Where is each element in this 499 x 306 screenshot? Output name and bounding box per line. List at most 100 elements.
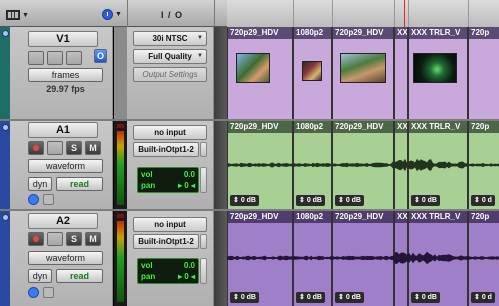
io-column-header: I / O xyxy=(160,10,183,20)
record-enable-button[interactable] xyxy=(28,232,44,246)
output-stereo-icon[interactable] xyxy=(200,234,207,249)
input-monitor-button[interactable] xyxy=(47,141,63,155)
clip-title: XXX TRLR_V xyxy=(409,27,467,39)
pan-row[interactable]: pan ▸ 0 ◂ xyxy=(141,180,195,191)
audio-track-lane[interactable]: 720p29_HDV ⇕ 0 dB 1080p2 ⇕ 0 dB 720p29_H… xyxy=(227,211,499,306)
timeline-ruler[interactable] xyxy=(227,0,499,27)
output-label: Built-inOtpt1-2 xyxy=(138,237,194,246)
video-clip[interactable]: 1080p2 xyxy=(293,27,332,119)
column-divider xyxy=(214,0,215,27)
audio-io-panel: no input Built-inOtpt1-2 vol 0.0 pan ▸ 0… xyxy=(127,211,214,306)
track-view-selector[interactable]: waveform xyxy=(28,251,103,265)
video-clip[interactable]: 720p29_HDV xyxy=(332,27,394,119)
clip-title: 720p29_HDV xyxy=(228,27,292,39)
tracks-view-selector[interactable]: ▼ xyxy=(6,9,36,21)
input-label: no input xyxy=(154,128,186,137)
video-quality-label: Full Quality xyxy=(148,52,192,61)
track-view-selector[interactable]: frames xyxy=(28,68,103,82)
input-monitor-button[interactable] xyxy=(47,232,63,246)
audio-meter xyxy=(113,211,127,306)
volume-pan-display[interactable]: vol 0.0 pan ▸ 0 ◂ xyxy=(137,167,199,193)
clip-title: 720p xyxy=(469,27,499,39)
audio-io-panel: no input Built-inOtpt1-2 vol 0.0 pan ▸ 0… xyxy=(127,121,214,209)
track-view-selector[interactable]: waveform xyxy=(28,159,103,173)
automation-mode-label: read xyxy=(69,179,89,189)
automation-mode-selector[interactable]: read xyxy=(56,269,103,283)
lane-gutter xyxy=(214,211,227,306)
video-clip[interactable]: 720p xyxy=(468,27,499,119)
output-stereo-icon[interactable] xyxy=(200,142,207,157)
solo-button[interactable]: S xyxy=(66,141,82,155)
solo-button[interactable]: S xyxy=(66,232,82,246)
output-selector[interactable]: Built-inOtpt1-2 xyxy=(133,234,199,249)
dyn-button[interactable]: dyn xyxy=(28,269,52,283)
pan-row[interactable]: pan ▸ 0 ◂ xyxy=(141,271,195,282)
video-thumbnail xyxy=(236,53,270,83)
dropdown-arrow-icon: ▼ xyxy=(22,11,29,19)
track-name[interactable]: A1 xyxy=(28,122,98,138)
input-selector[interactable]: no input xyxy=(133,217,207,232)
video-quality-selector[interactable]: Full Quality ▼ xyxy=(133,49,207,64)
record-enable-button[interactable] xyxy=(28,141,44,155)
ruler-marker xyxy=(293,0,294,27)
clip-title: 720p29_HDV xyxy=(333,27,393,39)
dropdown-arrow-icon: ▼ xyxy=(197,35,203,41)
track-select-icon[interactable] xyxy=(2,30,9,37)
audio-track-lane[interactable]: 720p29_HDV ⇕ 0 dB 1080p2 ⇕ 0 dB 720p29_H… xyxy=(227,121,499,209)
mute-button[interactable]: M xyxy=(85,141,101,155)
volume-row[interactable]: vol 0.0 xyxy=(141,169,195,180)
ruler-marker xyxy=(394,0,395,27)
video-meter-area xyxy=(113,27,127,119)
track-name[interactable]: A2 xyxy=(28,213,98,229)
video-online-button[interactable]: O xyxy=(94,49,107,63)
audio-meter xyxy=(113,121,127,209)
ruler-marker xyxy=(468,0,469,27)
volume-pan-display[interactable]: vol 0.0 pan ▸ 0 ◂ xyxy=(137,258,199,284)
timebase-icon[interactable] xyxy=(28,194,39,205)
video-thumbnail xyxy=(340,53,386,83)
video-clip[interactable]: XX xyxy=(394,27,408,119)
track-color-strip xyxy=(0,211,10,306)
track-name[interactable]: V1 xyxy=(28,31,98,47)
track-button[interactable] xyxy=(66,51,82,65)
meter-level xyxy=(117,221,124,302)
output-settings-button[interactable]: Output Settings xyxy=(133,67,207,82)
timecode-view-selector[interactable]: ▼ xyxy=(102,9,122,20)
mute-button[interactable]: M xyxy=(85,232,101,246)
ruler-marker xyxy=(332,0,333,27)
automation-mode-label: read xyxy=(69,271,89,281)
track-select-icon[interactable] xyxy=(2,214,9,221)
video-thumbnail xyxy=(413,53,457,83)
audio-track-controls: A2 S M waveform dyn read xyxy=(10,211,113,306)
video-track-lane[interactable]: 720p29_HDV 1080p2 720p29_HDV XX XXX TRLR… xyxy=(227,27,499,119)
track-select-icon[interactable] xyxy=(2,124,9,131)
track-comment-icon[interactable] xyxy=(43,287,54,298)
audio-track-controls: A1 S M waveform dyn read xyxy=(10,121,113,209)
track-comment-icon[interactable] xyxy=(43,194,54,205)
volume-value: 0.0 xyxy=(183,261,195,270)
track-divider xyxy=(0,119,499,121)
volume-row[interactable]: vol 0.0 xyxy=(141,260,195,271)
video-io-panel: 30i NTSC ▼ Full Quality ▼ Output Setting… xyxy=(127,27,214,119)
clock-icon xyxy=(102,9,113,20)
track-button[interactable] xyxy=(47,51,63,65)
lane-gutter xyxy=(214,121,227,209)
volume-label: vol xyxy=(141,261,153,270)
dyn-button[interactable]: dyn xyxy=(28,177,52,191)
video-format-selector[interactable]: 30i NTSC ▼ xyxy=(133,31,207,46)
waveform-a2 xyxy=(227,251,499,265)
playhead[interactable] xyxy=(404,0,405,27)
timebase-icon[interactable] xyxy=(28,287,39,298)
output-selector[interactable]: Built-inOtpt1-2 xyxy=(133,142,199,157)
volume-value: 0.0 xyxy=(183,170,195,179)
track-button[interactable] xyxy=(28,51,44,65)
pan-value: ▸ 0 ◂ xyxy=(178,181,195,190)
waveform-a1-path xyxy=(227,158,499,172)
automation-mode-selector[interactable]: read xyxy=(56,177,103,191)
video-clip[interactable]: 720p29_HDV xyxy=(227,27,293,119)
input-selector[interactable]: no input xyxy=(133,125,207,140)
fader-icon[interactable] xyxy=(200,167,207,193)
fader-icon[interactable] xyxy=(200,258,207,284)
dropdown-arrow-icon: ▼ xyxy=(197,53,203,59)
video-clip[interactable]: XXX TRLR_V xyxy=(408,27,468,119)
